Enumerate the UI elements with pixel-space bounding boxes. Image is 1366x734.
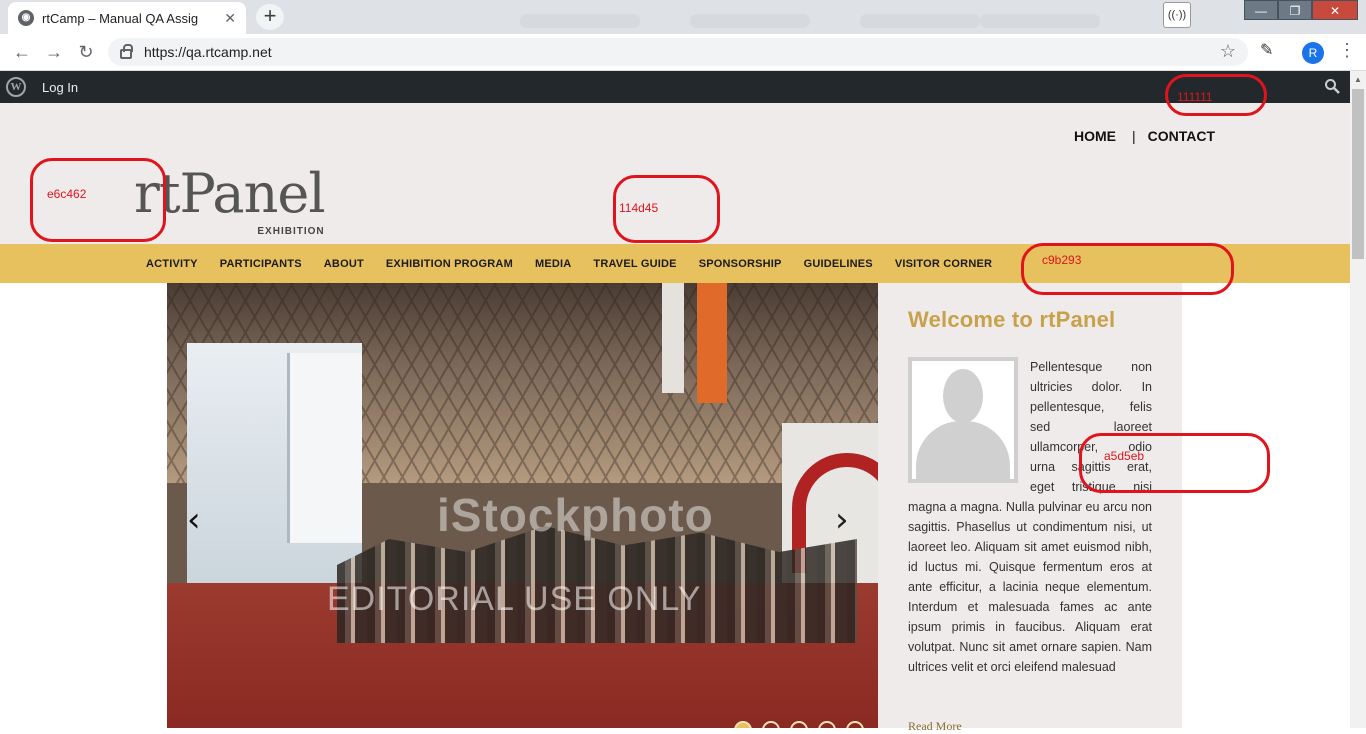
slider-pagination (734, 721, 874, 728)
eyedropper-extension-icon[interactable]: ✎ (1260, 40, 1273, 60)
reload-icon[interactable]: ↻ (74, 40, 98, 64)
welcome-sidebar: Welcome to rtPanel Pellentesque non ultr… (878, 283, 1182, 733)
cast-icon[interactable]: ((·)) (1163, 2, 1191, 28)
top-nav-contact[interactable]: CONTACT (1148, 128, 1215, 144)
nav-item-activity[interactable]: ACTIVITY (146, 258, 198, 270)
top-nav-home[interactable]: HOME (1074, 128, 1116, 144)
nav-item-sponsorship[interactable]: SPONSORSHIP (699, 258, 782, 270)
address-bar[interactable]: https://qa.rtcamp.net ☆ (108, 38, 1248, 66)
slider-dot[interactable] (818, 721, 836, 728)
background-tab[interactable] (520, 14, 640, 28)
slider-dot[interactable] (846, 721, 864, 728)
watermark-text: iStockphoto (437, 489, 714, 541)
login-link[interactable]: Log In (42, 80, 78, 95)
window-close-icon[interactable]: ✕ (1312, 0, 1358, 20)
maximize-icon[interactable]: ❐ (1278, 0, 1312, 20)
annotation-bubble (1079, 433, 1270, 493)
close-tab-icon[interactable]: ✕ (224, 10, 236, 27)
top-nav-separator: | (1132, 128, 1136, 144)
welcome-title: Welcome to rtPanel (908, 307, 1116, 332)
profile-avatar[interactable]: R (1302, 42, 1324, 64)
slider-next-arrow-icon[interactable]: › (835, 503, 849, 537)
slider-prev-arrow-icon[interactable]: ‹ (187, 503, 201, 537)
nav-item-visitor-corner[interactable]: VISITOR CORNER (895, 258, 992, 270)
back-arrow-icon[interactable]: ← (10, 40, 34, 64)
background-tab[interactable] (980, 14, 1100, 28)
annotation-label: c9b293 (1042, 253, 1082, 267)
browser-tab[interactable]: ◉ rtCamp – Manual QA Assig ✕ (8, 2, 246, 34)
wp-admin-bar: W Log In (0, 71, 1350, 103)
watermark-note: EDITORIAL USE ONLY (327, 580, 702, 618)
annotation-label: e6c462 (47, 187, 87, 201)
nav-item-about[interactable]: ABOUT (324, 258, 364, 270)
slider-dot[interactable] (790, 721, 808, 728)
nav-item-participants[interactable]: PARTICIPANTS (220, 258, 302, 270)
nav-item-travel-guide[interactable]: TRAVEL GUIDE (593, 258, 676, 270)
nav-item-exhibition-program[interactable]: EXHIBITION PROGRAM (386, 258, 513, 270)
bookmark-star-icon[interactable]: ☆ (1220, 41, 1236, 62)
browser-tabstrip: ◉ rtCamp – Manual QA Assig ✕ + ((·)) — ❐… (0, 0, 1366, 34)
content-band: iStockphoto EDITORIAL USE ONLY ‹ › Welco… (167, 283, 1182, 733)
scrollbar-thumb[interactable] (1352, 89, 1364, 259)
window-controls: — ❐ ✕ (1244, 0, 1358, 20)
browser-toolbar: ← → ↻ https://qa.rtcamp.net ☆ (0, 34, 1366, 71)
slider-dot[interactable] (734, 721, 752, 728)
site-favicon-icon: ◉ (18, 10, 34, 26)
annotation-label: a5d5eb (1104, 449, 1145, 463)
image-slider[interactable]: iStockphoto EDITORIAL USE ONLY ‹ › (167, 283, 878, 728)
avatar-body (916, 421, 1010, 479)
slide-banner (662, 283, 684, 393)
forward-arrow-icon[interactable]: → (42, 40, 66, 64)
lock-icon[interactable] (120, 44, 133, 59)
background-tab[interactable] (860, 14, 980, 28)
nav-item-media[interactable]: MEDIA (535, 258, 571, 270)
address-url[interactable]: https://qa.rtcamp.net (144, 44, 272, 60)
annotation-label: 114d45 (619, 201, 659, 215)
slider-dot[interactable] (762, 721, 780, 728)
browser-menu-icon[interactable]: ⋮ (1338, 40, 1356, 61)
nav-item-guidelines[interactable]: GUIDELINES (804, 258, 873, 270)
scroll-up-icon[interactable]: ▲ (1354, 75, 1362, 84)
background-tab[interactable] (690, 14, 810, 28)
avatar-placeholder-icon (908, 357, 1018, 483)
slide-banner (697, 283, 727, 403)
new-tab-button[interactable]: + (256, 4, 284, 30)
slide-booth (287, 353, 362, 543)
top-nav: HOME | CONTACT (1074, 128, 1215, 144)
search-icon[interactable] (1324, 78, 1340, 94)
minimize-icon[interactable]: — (1244, 0, 1278, 20)
page-scrollbar[interactable]: ▲ (1350, 71, 1366, 728)
wordpress-logo-icon[interactable]: W (6, 77, 26, 97)
avatar-head (943, 369, 983, 423)
annotation-label: 111111 (1177, 90, 1213, 104)
logo-subtitle: EXHIBITION (257, 226, 325, 237)
read-more-link[interactable]: Read More (908, 719, 962, 734)
tab-title: rtCamp – Manual QA Assig (42, 10, 199, 26)
annotation-bubble (1021, 243, 1234, 295)
